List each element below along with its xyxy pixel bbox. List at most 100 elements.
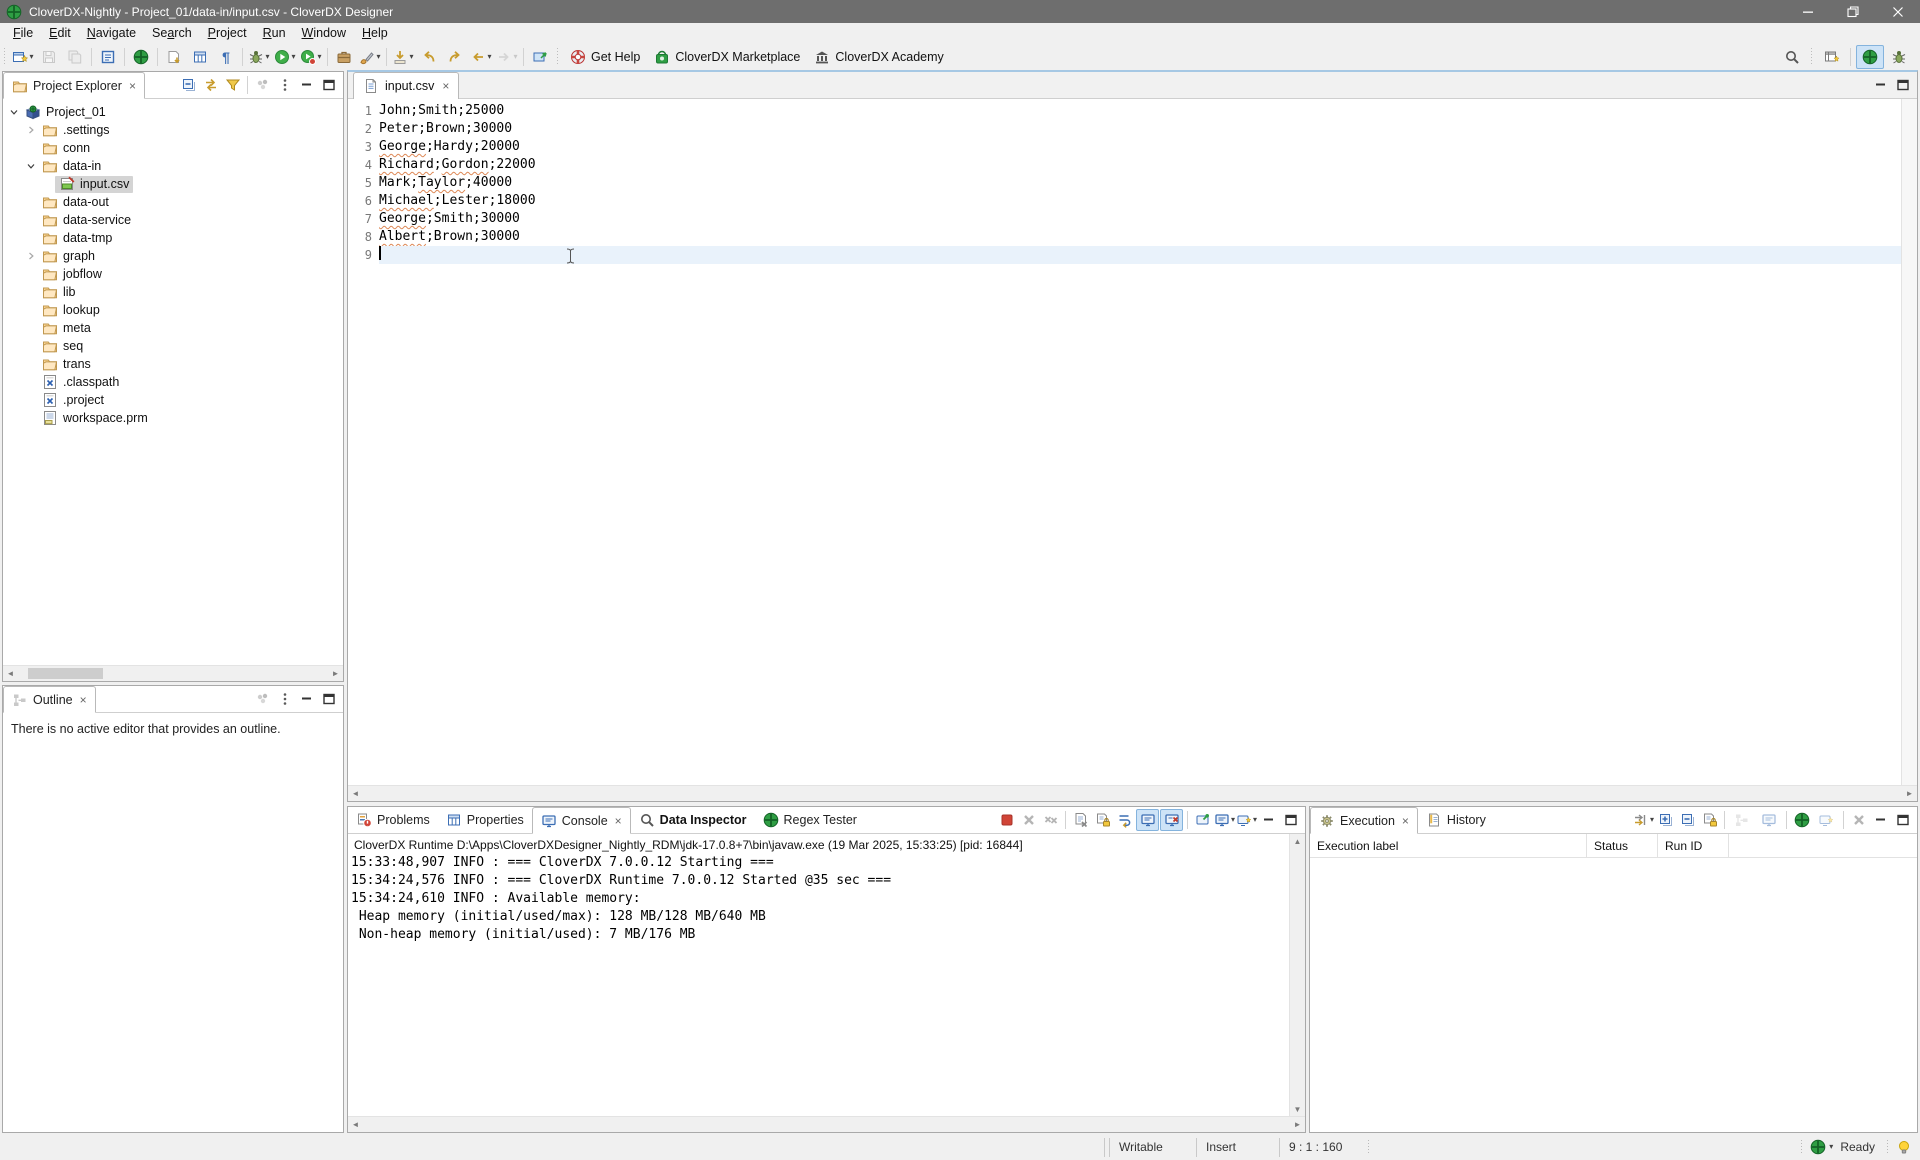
tab-problems[interactable]: Problems [348,807,438,833]
explorer-horizontal-scrollbar[interactable]: ◄ ► [3,665,343,681]
last-edit-location-button[interactable]: ▾ [468,46,494,68]
text-editor[interactable]: 1John;Smith;250002Peter;Brown;300003Geor… [348,99,1902,786]
scroll-down-icon[interactable]: ▼ [1290,1102,1305,1117]
tree-item-meta[interactable]: meta [3,319,343,337]
clear-console-button[interactable] [1070,810,1091,830]
remove-launch-button[interactable] [1018,810,1039,830]
menu-project[interactable]: Project [200,25,255,41]
tree-item-trans[interactable]: trans [3,355,343,373]
column-run-id[interactable]: Run ID [1658,834,1729,857]
word-wrap-button[interactable] [1114,810,1135,830]
pin-editor-button[interactable] [527,46,553,68]
open-console-view-button[interactable] [95,46,121,68]
minimize-editor-button[interactable] [1870,75,1891,95]
tree-item-data-in[interactable]: data-in [3,157,343,175]
detach-button[interactable] [1813,810,1839,830]
import-button[interactable]: ▾ [390,46,416,68]
menu-window[interactable]: Window [294,25,354,41]
tree-item-jobflow[interactable]: jobflow [3,265,343,283]
link-with-editor-button[interactable] [200,75,221,95]
marketplace-link[interactable]: CloverDX Marketplace [647,49,807,65]
tree-item-settings[interactable]: .settings [3,121,343,139]
maximize-view-button[interactable] [318,689,339,709]
tree-item-classpath[interactable]: .classpath [3,373,343,391]
focus-button[interactable] [252,75,273,95]
editor-line-2[interactable]: 2Peter;Brown;30000 [348,120,1902,138]
scroll-right-icon[interactable]: ► [1290,1117,1305,1132]
tree-item-seq[interactable]: seq [3,337,343,355]
cloverdx-perspective-button[interactable] [1856,45,1884,69]
window-restore-button[interactable] [1830,0,1875,23]
close-icon[interactable]: × [1402,815,1409,827]
format-brush-button[interactable]: ▾ [357,46,383,68]
view-menu-button[interactable] [274,75,295,95]
show-whitespace-button[interactable]: ¶ [213,46,239,68]
show-console-button[interactable] [1756,810,1782,830]
run-profiler-button[interactable]: ▾ [298,46,324,68]
focus-button[interactable] [252,689,273,709]
minimize-view-button[interactable] [1258,810,1279,830]
tab-properties[interactable]: Properties [438,807,532,833]
scroll-left-icon[interactable]: ◄ [348,786,363,801]
open-in-designer-button[interactable] [1791,810,1812,830]
expand-all-button[interactable] [1655,810,1676,830]
academy-link[interactable]: CloverDX Academy [807,49,950,65]
tree-item-input-csv[interactable]: input.csv [3,175,343,193]
tab-history[interactable]: History [1418,807,1494,833]
new-wizard-button[interactable]: ▾ [10,46,36,68]
get-help-link[interactable]: Get Help [563,49,647,65]
toolbox-button[interactable] [331,46,357,68]
chevron-down-icon[interactable] [7,106,21,118]
tree-item-lib[interactable]: lib [3,283,343,301]
editor-line-1[interactable]: 1John;Smith;25000 [348,102,1902,120]
editor-line-6[interactable]: 6Michael;Lester;18000 [348,192,1902,210]
editor-line-9[interactable]: 9 [348,246,1902,264]
close-icon[interactable]: × [442,80,449,92]
menu-search[interactable]: Search [144,25,200,41]
tree-item-data-out[interactable]: data-out [3,193,343,211]
tab-data-inspector[interactable]: Data Inspector [631,807,755,833]
tree-item-conn[interactable]: conn [3,139,343,157]
open-console-button[interactable]: ▾ [1236,810,1257,830]
tab-project-explorer[interactable]: Project Explorer × [3,72,145,99]
editor-line-3[interactable]: 3George;Hardy;20000 [348,138,1902,156]
tab-execution[interactable]: Execution × [1310,807,1418,834]
tips-lightbulb-button[interactable] [1896,1139,1912,1155]
window-minimize-button[interactable] [1785,0,1830,23]
menu-navigate[interactable]: Navigate [79,25,144,41]
minimize-view-button[interactable] [296,75,317,95]
search-button[interactable] [1779,46,1805,68]
clover-graph-button[interactable] [128,46,154,68]
menu-help[interactable]: Help [354,25,396,41]
filter-button[interactable] [222,75,243,95]
minimize-view-button[interactable] [1870,810,1891,830]
chevron-down-icon[interactable] [24,160,38,172]
filter-executions-button[interactable]: ▾ [1633,810,1654,830]
scroll-left-icon[interactable]: ◄ [348,1117,363,1132]
show-on-stdout-button[interactable] [1136,809,1159,831]
menu-edit[interactable]: Edit [41,25,79,41]
tab-input-csv[interactable]: input.csv × [353,72,459,99]
tab-regex-tester[interactable]: Regex Tester [755,807,865,833]
scroll-lock-button[interactable] [1699,810,1720,830]
debug-perspective-button[interactable] [1886,46,1912,68]
tab-outline[interactable]: Outline × [3,686,96,713]
tree-item-lookup[interactable]: lookup [3,301,343,319]
editor-line-4[interactable]: 4Richard;Gordon;22000 [348,156,1902,174]
chevron-right-icon[interactable] [24,124,38,136]
remove-all-launches-button[interactable] [1040,810,1061,830]
tree-item-graph[interactable]: graph [3,247,343,265]
forward-history-button[interactable]: ▾ [494,46,520,68]
display-selected-console-button[interactable]: ▾ [1214,810,1235,830]
pin-console-button[interactable] [1192,810,1213,830]
collapse-all-button[interactable] [178,75,199,95]
editor-line-8[interactable]: 8Albert;Brown;30000 [348,228,1902,246]
chevron-right-icon[interactable] [24,250,38,262]
tree-item-workspace-prm[interactable]: workspace.prm [3,409,343,427]
save-all-button[interactable] [62,46,88,68]
maximize-view-button[interactable] [1892,810,1913,830]
editor-line-7[interactable]: 7George;Smith;30000 [348,210,1902,228]
close-icon[interactable]: × [80,694,87,706]
overview-ruler[interactable] [1901,99,1917,786]
maximize-view-button[interactable] [1280,810,1301,830]
